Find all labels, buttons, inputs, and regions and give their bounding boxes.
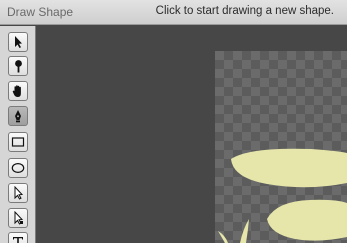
- rectangle-icon: [11, 137, 25, 147]
- ellipse-tool-button[interactable]: [8, 158, 28, 178]
- title-bar: Draw Shape Click to start drawing a new …: [0, 0, 347, 25]
- subselect-tool-button[interactable]: [8, 208, 28, 228]
- text-tool-button[interactable]: [8, 232, 28, 243]
- window-title: Draw Shape: [7, 5, 74, 19]
- arrow-icon: [14, 186, 24, 200]
- zoom-icon: [15, 60, 22, 73]
- zoom-tool-button[interactable]: [8, 56, 28, 76]
- text-icon: [13, 237, 23, 243]
- pen-tool-button[interactable]: [8, 106, 28, 126]
- shape-leaf-lower[interactable]: [267, 199, 347, 241]
- pen-icon: [15, 110, 21, 123]
- canvas-shapes: [218, 148, 347, 243]
- arrow-tool-button[interactable]: [8, 183, 28, 203]
- hand-icon: [12, 85, 21, 97]
- select-arrow-icon: [15, 36, 22, 48]
- drawing-canvas[interactable]: [215, 51, 347, 243]
- tool-palette: [0, 26, 36, 243]
- hand-tool-button[interactable]: [8, 81, 28, 101]
- subselect-arrow-icon: [14, 211, 24, 225]
- status-text: Click to start drawing a new shape.: [155, 5, 334, 17]
- select-tool-button[interactable]: [8, 32, 28, 52]
- ellipse-icon: [11, 162, 25, 174]
- shape-spike-left[interactable]: [218, 231, 228, 243]
- shape-leaf-large[interactable]: [231, 148, 347, 188]
- workspace[interactable]: [37, 26, 347, 243]
- shape-spike-right[interactable]: [240, 219, 249, 243]
- rectangle-tool-button[interactable]: [8, 132, 28, 152]
